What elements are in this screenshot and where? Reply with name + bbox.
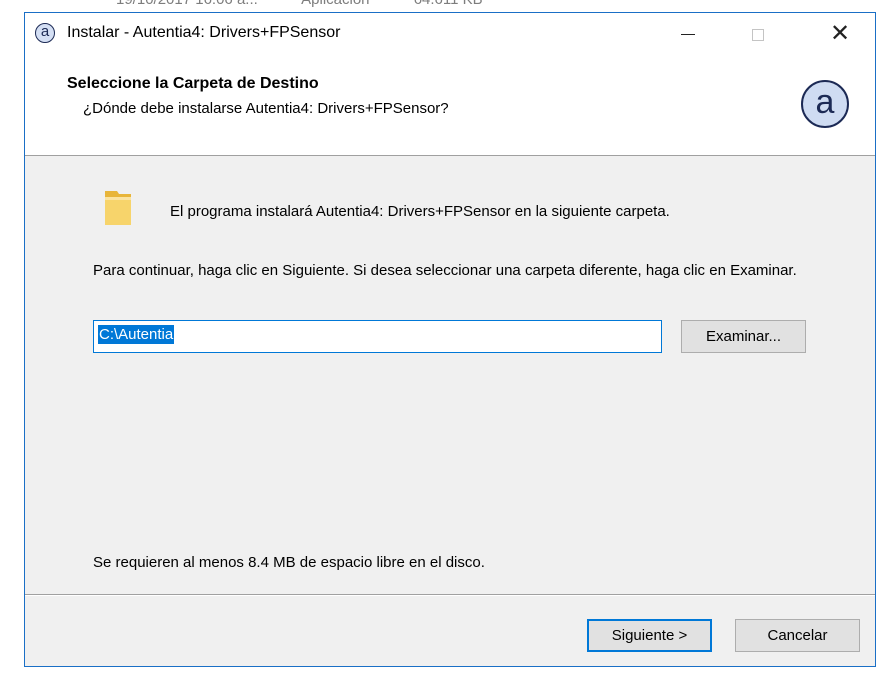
minimize-icon [681, 34, 695, 36]
bg-size: 64.611 KB [414, 0, 483, 8]
browse-button[interactable]: Examinar... [681, 320, 806, 353]
bg-type: Aplicación [301, 0, 369, 8]
path-value: C:\Autentia [98, 325, 175, 344]
wizard-header: Seleccione la Carpeta de Destino ¿Dónde … [25, 55, 875, 156]
maximize-icon [752, 28, 764, 41]
close-icon: ✕ [829, 20, 851, 47]
title-bar[interactable]: a Instalar - Autentia4: Drivers+FPSensor… [25, 13, 875, 55]
destination-path-input[interactable]: C:\Autentia [93, 320, 662, 353]
next-button[interactable]: Siguiente > [587, 619, 712, 652]
installer-window: a Instalar - Autentia4: Drivers+FPSensor… [24, 12, 876, 667]
autentia-logo-icon: a [801, 80, 849, 128]
disk-space-text: Se requieren al menos 8.4 MB de espacio … [93, 554, 485, 571]
folder-icon [105, 191, 131, 225]
background-row-text: 19/10/2017 16:06 a... Aplicación 64.611 … [116, 0, 523, 8]
bg-date: 19/10/2017 16:06 a... [116, 0, 258, 8]
page-subtitle: ¿Dónde debe instalarse Autentia4: Driver… [83, 100, 449, 117]
instructions-text: Para continuar, haga clic en Siguiente. … [93, 262, 797, 279]
minimize-button[interactable] [665, 13, 711, 55]
page-title: Seleccione la Carpeta de Destino [67, 75, 319, 92]
window-title: Instalar - Autentia4: Drivers+FPSensor [67, 24, 341, 41]
intro-text: El programa instalará Autentia4: Drivers… [170, 203, 670, 220]
footer-divider [25, 594, 875, 596]
app-logo-icon: a [35, 23, 55, 43]
cancel-button[interactable]: Cancelar [735, 619, 860, 652]
close-button[interactable]: ✕ [817, 13, 863, 55]
maximize-button[interactable] [735, 13, 781, 55]
